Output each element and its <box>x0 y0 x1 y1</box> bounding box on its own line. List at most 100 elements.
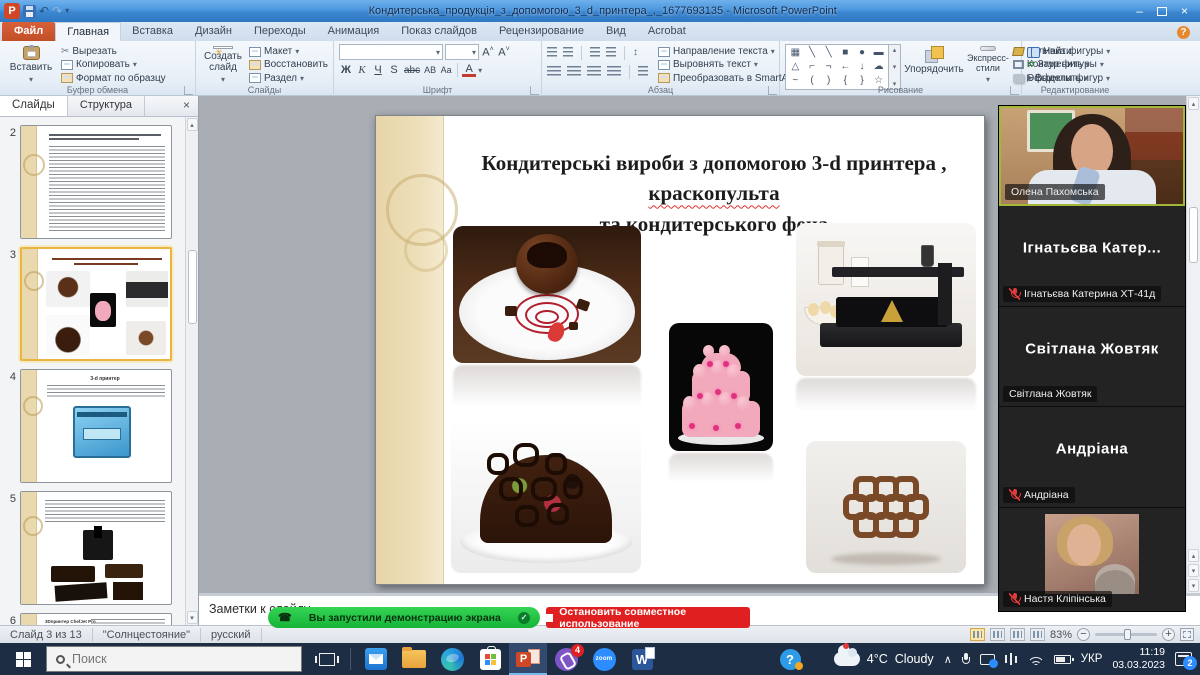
battery-icon[interactable] <box>1054 655 1071 664</box>
cut-button[interactable]: ✂Вырезать <box>61 46 166 57</box>
arrange-button[interactable]: Упорядочить <box>905 44 963 84</box>
shapes-gallery[interactable]: ▦╲╲■●▬△⌐¬←↓☁~(){}☆ <box>785 44 889 90</box>
participant-tile[interactable]: Ігнатьєва Катер... Ігнатьєва Катерина ХТ… <box>999 206 1185 307</box>
scroll-down-icon[interactable]: ▾ <box>187 611 198 624</box>
image-3d-food-printer[interactable] <box>796 223 976 376</box>
clipboard-dialog-launcher-icon[interactable] <box>184 86 193 95</box>
tab-file[interactable]: Файл <box>2 22 55 41</box>
volume-mixer-icon[interactable] <box>1005 653 1018 665</box>
replace-button[interactable]: ⇄Заменить▾ <box>1027 59 1090 70</box>
taskbar-app-mail[interactable] <box>357 643 395 675</box>
search-input[interactable] <box>72 652 272 666</box>
tab-review[interactable]: Рецензирование <box>488 22 595 41</box>
microphone-tray-icon[interactable] <box>962 653 970 666</box>
drawing-dialog-launcher-icon[interactable] <box>1010 86 1019 95</box>
shrink-font-button[interactable]: А˅ <box>497 46 511 59</box>
taskbar-help-button[interactable]: ? <box>771 643 809 675</box>
align-center-icon[interactable] <box>567 66 581 77</box>
help-icon[interactable]: ? <box>1177 26 1190 39</box>
close-button[interactable]: × <box>1181 5 1188 17</box>
image-chocolate-sphere-dessert[interactable] <box>453 226 641 363</box>
decrease-indent-icon[interactable] <box>590 47 600 58</box>
tab-view[interactable]: Вид <box>595 22 637 41</box>
zoom-out-button[interactable]: − <box>1077 628 1090 641</box>
minimize-button[interactable]: – <box>1136 5 1143 17</box>
tab-slides-thumbnails[interactable]: Слайды <box>0 96 68 116</box>
slide-sorter-view-button[interactable] <box>990 628 1005 641</box>
show-hidden-icons-chevron[interactable]: ∧ <box>944 653 952 666</box>
grow-font-button[interactable]: А˄ <box>481 46 495 59</box>
restore-button[interactable] <box>1157 7 1167 16</box>
taskbar-app-store[interactable] <box>471 643 509 675</box>
shapes-gallery-scrollbar[interactable]: ▴▾▾ <box>889 44 901 90</box>
paste-button[interactable]: Вставить ▾ <box>5 44 57 84</box>
image-chocolate-lattice-dome[interactable] <box>451 419 641 573</box>
participant-tile[interactable]: Андріана Андріана <box>999 407 1185 508</box>
participant-tile[interactable]: Світлана Жовтяк Світлана Жовтяк <box>999 307 1185 408</box>
slide-thumbnail-5[interactable]: 5 <box>2 491 182 605</box>
keyboard-language[interactable]: УКР <box>1081 653 1103 665</box>
vertical-scrollbar[interactable]: ▴ ▴ ▾ ▾ <box>1186 96 1200 593</box>
bold-button[interactable]: Ж <box>339 64 353 76</box>
quick-styles-button[interactable]: Экспресс-стили ▾ <box>967 44 1009 84</box>
slides-panel-scrollbar[interactable]: ▴ ▾ <box>185 117 198 625</box>
clock[interactable]: 11:19 03.03.2023 <box>1112 646 1165 672</box>
taskbar-app-viber[interactable]: 4 <box>547 643 585 675</box>
participant-video-tile[interactable]: Олена Пахомська <box>999 106 1185 206</box>
format-painter-button[interactable]: Формат по образцу <box>61 73 166 84</box>
image-pink-bubble-cake[interactable] <box>669 323 773 451</box>
previous-slide-icon[interactable]: ▴ <box>1188 549 1199 562</box>
taskbar-app-zoom[interactable]: zoom <box>585 643 623 675</box>
scroll-up-icon[interactable]: ▴ <box>187 118 198 131</box>
underline-button[interactable]: Ч <box>371 64 385 76</box>
tab-design[interactable]: Дизайн <box>184 22 243 41</box>
fit-to-window-button[interactable] <box>1180 628 1194 641</box>
redo-icon[interactable]: ↷ <box>52 5 62 17</box>
zoom-percentage[interactable]: 83% <box>1050 629 1072 641</box>
numbering-icon[interactable] <box>563 47 573 58</box>
undo-icon[interactable]: ↶ <box>39 5 49 17</box>
text-shadow-button[interactable]: S <box>387 64 401 76</box>
align-right-icon[interactable] <box>587 66 601 77</box>
change-case-button[interactable]: Аа <box>439 65 453 75</box>
current-slide[interactable]: Кондитерські вироби з допомогою 3-d прин… <box>375 115 985 585</box>
participant-photo-tile[interactable]: Настя Кліпінська <box>999 508 1185 611</box>
wifi-icon[interactable] <box>1028 654 1044 665</box>
tab-acrobat[interactable]: Acrobat <box>637 22 697 41</box>
scroll-down-icon[interactable]: ▾ <box>1188 579 1199 592</box>
character-spacing-button[interactable]: АВ <box>423 65 437 75</box>
scroll-up-icon[interactable]: ▴ <box>1188 97 1199 110</box>
font-dialog-launcher-icon[interactable] <box>530 86 539 95</box>
font-size-select[interactable]: ▾ <box>445 44 479 60</box>
strikethrough-button[interactable]: abc <box>403 65 421 76</box>
font-color-button[interactable]: А <box>462 64 476 77</box>
tab-slideshow[interactable]: Показ слайдов <box>390 22 488 41</box>
taskbar-search[interactable] <box>46 646 302 672</box>
image-chocolate-hex-lattice[interactable] <box>806 441 966 573</box>
slide-thumbnail-3-selected[interactable]: 3 <box>2 247 182 361</box>
slide-thumbnail-6[interactable]: 6 3Dпринтер ChefJet Pro <box>2 613 182 625</box>
tab-transitions[interactable]: Переходы <box>243 22 317 41</box>
taskbar-app-powerpoint-active[interactable]: P <box>509 643 547 675</box>
taskbar-app-word[interactable]: W <box>623 643 661 675</box>
language-indicator[interactable]: русский <box>201 628 261 642</box>
save-icon[interactable] <box>23 5 36 18</box>
taskbar-app-edge[interactable] <box>433 643 471 675</box>
tab-outline[interactable]: Структура <box>68 96 145 116</box>
next-slide-icon[interactable]: ▾ <box>1188 564 1199 577</box>
align-left-icon[interactable] <box>547 66 561 77</box>
slideshow-view-button[interactable] <box>1030 628 1045 641</box>
slide-thumbnail-4[interactable]: 4 3-d принтер <box>2 369 182 483</box>
select-button[interactable]: Выделить▾ <box>1027 73 1090 84</box>
layout-button[interactable]: Макет▾ <box>249 46 328 57</box>
line-spacing-icon[interactable]: ↕ <box>633 47 638 58</box>
tab-insert[interactable]: Вставка <box>121 22 184 41</box>
bullets-icon[interactable] <box>547 47 557 58</box>
zoom-slider[interactable] <box>1095 633 1157 636</box>
new-slide-button[interactable]: Создать слайд ▾ <box>201 44 245 84</box>
taskbar-app-file-explorer[interactable] <box>395 643 433 675</box>
task-view-button[interactable] <box>310 643 344 675</box>
weather-widget[interactable]: 4°C Cloudy <box>834 652 934 666</box>
close-panel-icon[interactable]: × <box>175 96 198 116</box>
columns-icon[interactable] <box>638 66 648 77</box>
